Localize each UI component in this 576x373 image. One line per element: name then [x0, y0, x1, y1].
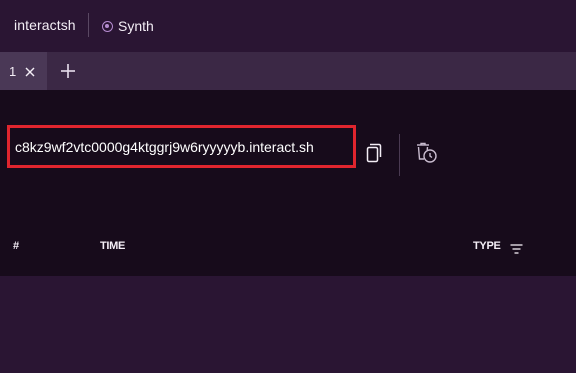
action-divider	[399, 134, 400, 176]
table-header: # TIME TYPE	[0, 235, 576, 259]
app-title: interactsh	[14, 17, 76, 33]
copy-button[interactable]	[366, 142, 384, 164]
mode-label: Synth	[118, 18, 154, 34]
results-area	[0, 276, 576, 373]
header-divider	[88, 13, 89, 37]
tab-1[interactable]: 1	[0, 52, 47, 90]
trash-clock-icon	[417, 142, 437, 163]
plus-icon	[61, 64, 75, 78]
column-header-number: #	[13, 240, 19, 252]
radio-icon	[102, 20, 113, 32]
type-filter-button[interactable]	[510, 241, 523, 254]
mode-selector[interactable]: Synth	[102, 17, 154, 35]
tab-bar: 1	[0, 52, 576, 90]
interaction-url-box[interactable]: c8kz9wf2vtc0000g4ktggrj9w6ryyyyyb.intera…	[7, 125, 356, 168]
interaction-url[interactable]: c8kz9wf2vtc0000g4ktggrj9w6ryyyyyb.intera…	[15, 139, 314, 155]
column-header-time: TIME	[100, 240, 126, 252]
copy-icon	[366, 143, 382, 163]
tab-label: 1	[9, 63, 17, 79]
filter-icon	[510, 244, 523, 254]
add-tab-button[interactable]	[58, 61, 78, 81]
clear-history-button[interactable]	[415, 141, 439, 165]
app-header: interactsh Synth	[0, 0, 576, 52]
close-icon[interactable]	[24, 65, 36, 77]
main-panel: c8kz9wf2vtc0000g4ktggrj9w6ryyyyyb.intera…	[0, 90, 576, 276]
column-header-type[interactable]: TYPE	[473, 240, 501, 252]
